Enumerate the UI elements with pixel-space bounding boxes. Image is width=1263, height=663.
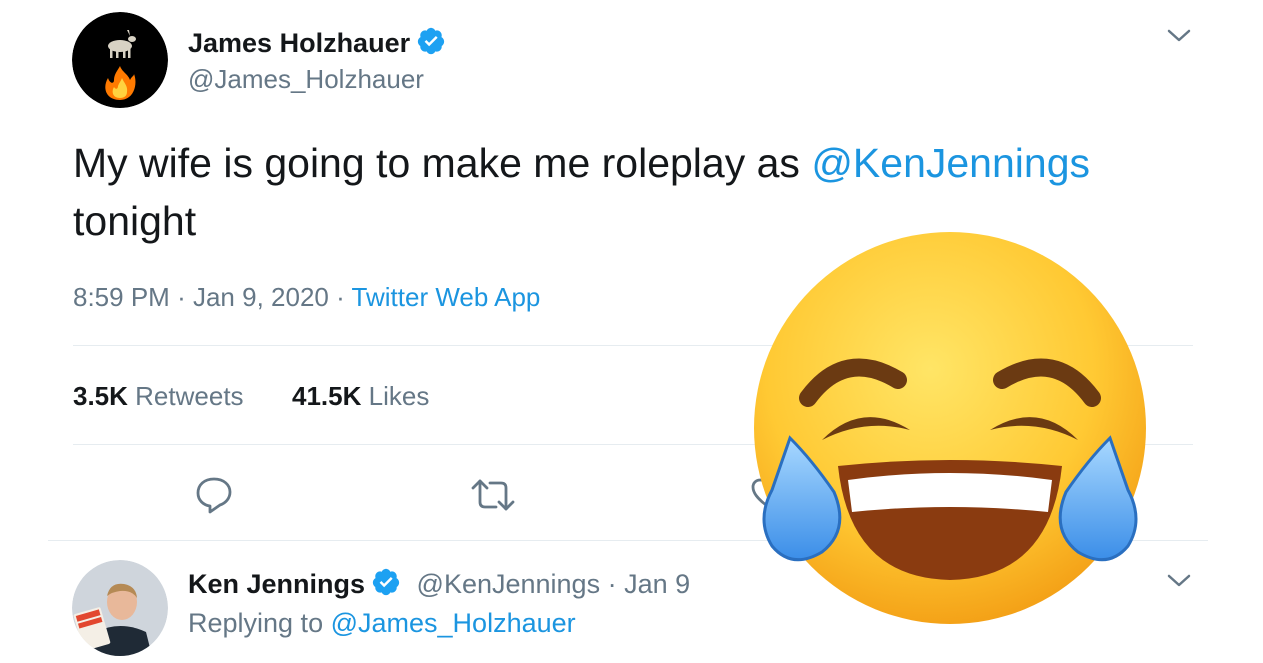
author-avatar[interactable] (72, 12, 168, 108)
chevron-down-icon[interactable] (1166, 571, 1192, 596)
replying-to: Replying to @James_Holzhauer (188, 608, 576, 639)
author-name[interactable]: James Holzhauer (188, 26, 446, 63)
likes-count: 41.5K (292, 381, 362, 411)
replying-to-link[interactable]: @James_Holzhauer (331, 608, 576, 638)
replying-to-label: Replying to (188, 608, 324, 638)
reply-header: Ken Jennings @KenJennings · Jan 9 (188, 567, 690, 604)
tweet-time[interactable]: 8:59 PM (73, 282, 170, 312)
author-handle[interactable]: @James_Holzhauer (188, 64, 424, 95)
tweet-stats: 3.5K Retweets 41.5K Likes (73, 381, 429, 412)
tweet-text-continuation: tonight (73, 198, 197, 244)
tweet-source-link[interactable]: Twitter Web App (352, 282, 541, 312)
reply-author-handle[interactable]: @KenJennings (417, 569, 601, 599)
reply-date[interactable]: Jan 9 (624, 569, 690, 599)
verified-badge-icon (416, 26, 446, 63)
tweet-meta: 8:59 PM · Jan 9, 2020 · Twitter Web App (73, 282, 540, 313)
chevron-down-icon[interactable] (1166, 26, 1192, 51)
retweets-label: Retweets (135, 381, 244, 411)
author-name-text[interactable]: James Holzhauer (188, 28, 410, 58)
meta-separator: · (336, 282, 345, 312)
likes-label: Likes (368, 381, 430, 411)
tweet-text-body: My wife is going to make me roleplay as (73, 140, 812, 186)
reply-author-name[interactable]: Ken Jennings (188, 569, 365, 599)
reply-author-avatar[interactable] (72, 560, 168, 656)
retweets-stat[interactable]: 3.5K Retweets (73, 381, 244, 411)
tweet-date[interactable]: Jan 9, 2020 (193, 282, 329, 312)
retweet-icon[interactable] (470, 478, 516, 517)
retweets-count: 3.5K (73, 381, 128, 411)
likes-stat[interactable]: 41.5K Likes (292, 381, 429, 411)
reply-icon[interactable] (194, 476, 234, 519)
face-with-tears-of-joy-emoji (750, 230, 1150, 630)
verified-badge-icon (371, 567, 401, 604)
meta-separator: · (177, 282, 186, 312)
meta-separator: · (607, 569, 617, 599)
mention-link[interactable]: @KenJennings (811, 140, 1090, 186)
